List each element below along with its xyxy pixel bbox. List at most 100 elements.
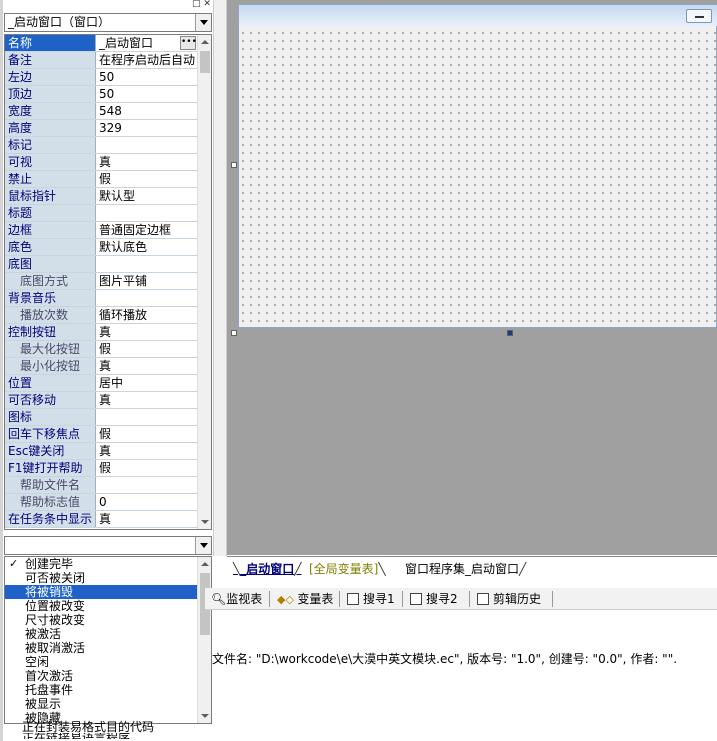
- search1-button[interactable]: 搜寻1: [347, 591, 395, 607]
- property-value[interactable]: 假: [96, 460, 197, 476]
- clip-history-button[interactable]: 剪辑历史: [477, 591, 541, 607]
- panel-close-icon[interactable]: □ ✕: [192, 0, 214, 10]
- event-item[interactable]: 空闲: [5, 655, 197, 669]
- minimize-icon[interactable]: [686, 9, 712, 23]
- property-row[interactable]: 高度 329: [5, 120, 197, 137]
- property-value[interactable]: 假: [96, 426, 197, 442]
- property-value[interactable]: 548: [96, 103, 197, 119]
- property-row[interactable]: 最大化按钮假: [5, 341, 197, 358]
- object-selector[interactable]: _启动窗口（窗口）: [4, 13, 212, 32]
- property-scrollbar[interactable]: [197, 35, 211, 529]
- property-row[interactable]: 最小化按钮真: [5, 358, 197, 375]
- property-row[interactable]: Esc键关闭真: [5, 443, 197, 460]
- property-value[interactable]: 假: [96, 171, 197, 187]
- property-value[interactable]: 真: [96, 154, 197, 170]
- property-value[interactable]: 50: [96, 69, 197, 85]
- property-value[interactable]: 默认型: [96, 188, 197, 204]
- property-row[interactable]: 底图: [5, 256, 197, 273]
- property-row[interactable]: 底色 默认底色: [5, 239, 197, 256]
- event-item[interactable]: 被激活: [5, 627, 197, 641]
- property-row[interactable]: F1键打开帮助假: [5, 460, 197, 477]
- event-item[interactable]: 被取消激活: [5, 641, 197, 655]
- event-selector[interactable]: [4, 536, 212, 555]
- property-value[interactable]: 在程序启动后自动: [96, 52, 197, 68]
- property-value[interactable]: 真: [96, 511, 197, 527]
- property-row[interactable]: 图标: [5, 409, 197, 426]
- event-item[interactable]: 将被销毁: [5, 585, 197, 599]
- property-name: 图标: [5, 409, 96, 425]
- property-row[interactable]: 帮助标志值 0: [5, 494, 197, 511]
- property-row[interactable]: 备注 在程序启动后自动: [5, 52, 197, 69]
- property-row[interactable]: 位置 居中: [5, 375, 197, 392]
- property-row[interactable]: 回车下移焦点假: [5, 426, 197, 443]
- property-row[interactable]: 禁止假: [5, 171, 197, 188]
- property-name: 在任务条中显示: [5, 511, 96, 527]
- property-value[interactable]: 循环播放: [96, 307, 197, 323]
- event-item[interactable]: 位置被改变: [5, 599, 197, 613]
- property-row[interactable]: 帮助文件名: [5, 477, 197, 494]
- property-value[interactable]: [96, 137, 197, 153]
- event-item[interactable]: 首次激活: [5, 669, 197, 683]
- event-item[interactable]: ✓ 创建完毕: [5, 557, 197, 571]
- property-value[interactable]: 假: [96, 341, 197, 357]
- property-row[interactable]: 标题: [5, 205, 197, 222]
- ellipsis-button[interactable]: •••: [180, 36, 197, 50]
- event-item[interactable]: 被显示: [5, 697, 197, 711]
- property-row[interactable]: 底图方式 图片平铺: [5, 273, 197, 290]
- property-row[interactable]: 可视真: [5, 154, 197, 171]
- property-value[interactable]: 真: [96, 358, 197, 374]
- property-name: 宽度: [5, 103, 96, 119]
- property-value[interactable]: 图片平铺: [96, 273, 197, 289]
- event-item[interactable]: 可否被关闭: [5, 571, 197, 585]
- form-canvas[interactable]: [238, 4, 717, 328]
- property-row[interactable]: 左边 50: [5, 69, 197, 86]
- property-name: 最小化按钮: [5, 358, 96, 374]
- property-row[interactable]: 边框 普通固定边框: [5, 222, 197, 239]
- property-row[interactable]: 控制按钮真: [5, 324, 197, 341]
- property-row[interactable]: 播放次数 循环播放: [5, 307, 197, 324]
- event-list-scrollbar[interactable]: [197, 557, 211, 723]
- property-value[interactable]: [96, 256, 197, 272]
- property-value[interactable]: 0: [96, 494, 197, 510]
- property-row[interactable]: 鼠标指针 默认型: [5, 188, 197, 205]
- property-row[interactable]: 标记: [5, 137, 197, 154]
- search2-button[interactable]: 搜寻2: [410, 591, 458, 607]
- scroll-down-icon[interactable]: [201, 714, 209, 718]
- scroll-down-icon[interactable]: [201, 520, 209, 524]
- tab-global-variables[interactable]: [全局变量表]╲: [309, 560, 386, 578]
- property-row[interactable]: 宽度 548: [5, 103, 197, 120]
- tab-window-module[interactable]: 窗口程序集_启动窗口╱: [405, 560, 526, 578]
- resize-handle-bottom-left[interactable]: [231, 330, 237, 336]
- property-value[interactable]: 329: [96, 120, 197, 136]
- property-row[interactable]: 顶边 50: [5, 86, 197, 103]
- property-row[interactable]: 可否移动真: [5, 392, 197, 409]
- variables-button[interactable]: ◆◇ 变量表: [277, 591, 333, 607]
- resize-handle-bottom[interactable]: [507, 330, 513, 336]
- event-item[interactable]: 托盘事件: [5, 683, 197, 697]
- resize-handle-left[interactable]: [231, 162, 237, 168]
- event-label: 空闲: [25, 655, 50, 669]
- property-value[interactable]: 普通固定边框: [96, 222, 197, 238]
- scroll-up-icon[interactable]: [201, 562, 209, 566]
- property-value[interactable]: [96, 205, 197, 221]
- property-value[interactable]: 真: [96, 392, 197, 408]
- property-value[interactable]: [96, 290, 197, 306]
- property-value[interactable]: [96, 477, 197, 493]
- watch-button[interactable]: 🔍︎监视表: [211, 591, 262, 607]
- tab-startup-window[interactable]: ╲_启动窗口╱: [233, 560, 301, 578]
- event-item[interactable]: 尺寸被改变: [5, 613, 197, 627]
- property-value[interactable]: 真: [96, 324, 197, 340]
- property-row[interactable]: 背景音乐: [5, 290, 197, 307]
- scroll-up-icon[interactable]: [201, 40, 209, 44]
- property-row[interactable]: 名称 _启动窗口 •••: [5, 35, 197, 52]
- property-value[interactable]: [96, 409, 197, 425]
- property-row[interactable]: 在任务条中显示真: [5, 511, 197, 528]
- chevron-down-icon[interactable]: [195, 537, 211, 554]
- property-value[interactable]: 默认底色: [96, 239, 197, 255]
- property-value[interactable]: 50: [96, 86, 197, 102]
- scroll-thumb[interactable]: [200, 51, 210, 73]
- splitter[interactable]: [213, 0, 227, 556]
- property-value[interactable]: 真: [96, 443, 197, 459]
- property-value[interactable]: 居中: [96, 375, 197, 391]
- chevron-down-icon[interactable]: [195, 14, 211, 31]
